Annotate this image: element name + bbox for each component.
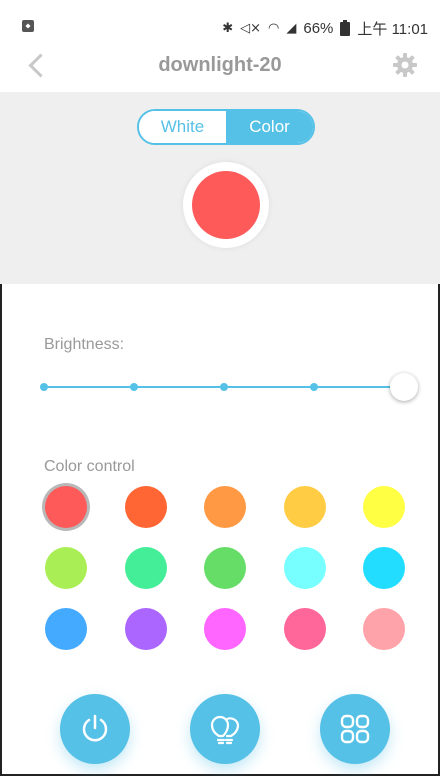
color-swatch[interactable] <box>363 608 405 650</box>
scenes-button[interactable] <box>320 694 390 764</box>
mode-toggle: White Color <box>137 109 315 145</box>
status-bar: ✱ ◁× ◠ ◢ 66% 上午 11:01 <box>0 0 440 40</box>
signal-icon: ◢ <box>286 21 297 36</box>
brightness-slider[interactable] <box>40 372 418 402</box>
tab-color[interactable]: Color <box>226 111 313 143</box>
slider-tick <box>130 383 138 391</box>
color-preview <box>183 162 269 248</box>
color-preview-swatch <box>192 171 260 239</box>
color-swatch[interactable] <box>283 486 326 528</box>
brightness-label: Brightness: <box>44 336 125 353</box>
color-swatch[interactable] <box>204 608 246 650</box>
color-swatch[interactable] <box>45 486 87 528</box>
color-swatch[interactable] <box>45 547 87 589</box>
color-swatch[interactable] <box>45 608 87 650</box>
color-control-label: Color control <box>44 458 135 475</box>
status-indicators: ✱ ◁× ◠ ◢ 66% 上午 11:01 <box>222 18 428 39</box>
wifi-icon: ◠ <box>268 21 280 36</box>
slider-tick <box>310 383 318 391</box>
clock: 上午 11:01 <box>357 21 428 38</box>
sim-icon <box>22 20 34 32</box>
slider-tick <box>40 383 48 391</box>
battery-icon <box>340 19 351 36</box>
preview-panel: White Color <box>0 92 440 284</box>
grid-icon <box>340 714 370 744</box>
gear-icon[interactable] <box>392 52 418 78</box>
app-header: downlight-20 <box>0 40 440 92</box>
color-swatch[interactable] <box>124 608 167 650</box>
bluetooth-icon: ✱ <box>222 21 234 36</box>
color-swatch[interactable] <box>124 547 167 589</box>
bulbs-button[interactable] <box>190 694 260 764</box>
power-button[interactable] <box>60 694 130 764</box>
color-swatch[interactable] <box>124 486 167 528</box>
color-swatch[interactable] <box>283 547 326 589</box>
color-swatch[interactable] <box>204 486 246 528</box>
bulbs-icon <box>210 715 240 745</box>
mute-icon: ◁× <box>240 21 262 36</box>
page-title: downlight-20 <box>158 54 282 76</box>
color-swatch[interactable] <box>204 547 246 589</box>
power-icon <box>82 714 108 742</box>
color-swatch[interactable] <box>363 486 405 528</box>
color-swatch[interactable] <box>283 608 326 650</box>
slider-tick <box>220 383 228 391</box>
color-swatch[interactable] <box>363 547 405 589</box>
slider-thumb[interactable] <box>390 373 418 401</box>
tab-white[interactable]: White <box>139 111 226 143</box>
battery-percent: 66% <box>303 20 334 37</box>
